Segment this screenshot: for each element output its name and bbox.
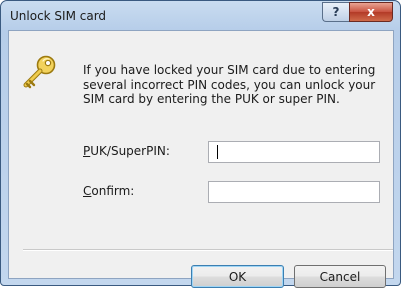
separator — [23, 249, 393, 251]
unlock-sim-dialog: Unlock SIM card ? x If you have locked y… — [0, 0, 401, 288]
help-icon: ? — [332, 5, 340, 19]
puk-label: PUK/SuperPIN: — [83, 144, 170, 158]
puk-input[interactable] — [208, 141, 380, 163]
cancel-button[interactable]: Cancel — [294, 265, 386, 288]
confirm-label-text: onfirm: — [91, 184, 135, 198]
close-icon: x — [367, 5, 375, 19]
confirm-input[interactable] — [208, 181, 380, 203]
confirm-label: Confirm: — [83, 184, 134, 198]
instruction-text: If you have locked your SIM card due to … — [83, 63, 376, 106]
close-button[interactable]: x — [349, 2, 393, 22]
ok-button[interactable]: OK — [191, 265, 284, 288]
key-icon — [23, 55, 56, 89]
dialog-client-area: If you have locked your SIM card due to … — [8, 30, 394, 288]
caption-buttons: ? x — [322, 2, 393, 22]
help-button[interactable]: ? — [322, 2, 349, 22]
text-caret — [217, 145, 218, 159]
puk-label-text: UK/SuperPIN: — [90, 144, 170, 158]
window-title: Unlock SIM card — [10, 9, 107, 23]
